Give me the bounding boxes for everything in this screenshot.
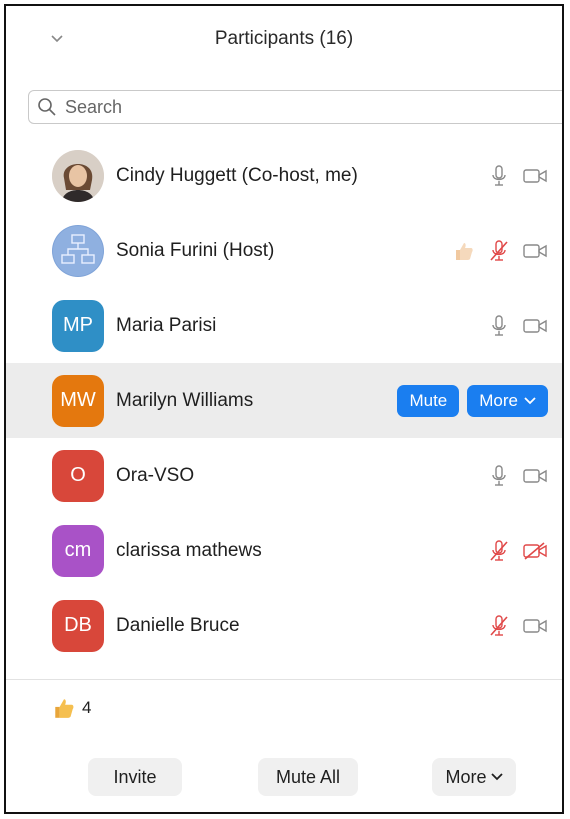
search-box[interactable] [28, 90, 562, 124]
avatar-initials: O [70, 464, 86, 486]
avatar-initials: cm [64, 539, 92, 561]
microphone-muted-icon[interactable] [486, 613, 512, 639]
reaction-count: 4 [82, 698, 92, 717]
divider [6, 679, 562, 680]
invite-button-label: Invite [113, 766, 157, 787]
participant-name: clarissa mathews [116, 539, 262, 561]
reactions-summary: 4 [52, 696, 91, 720]
video-camera-icon[interactable] [522, 163, 548, 189]
search-input[interactable] [63, 95, 547, 119]
avatar: MP [52, 299, 104, 352]
avatar: O [52, 449, 104, 502]
participant-row[interactable]: cm clarissa mathews [6, 513, 562, 588]
video-camera-icon[interactable] [522, 463, 548, 489]
video-camera-off-icon[interactable] [522, 538, 548, 564]
mute-button-label: Mute [409, 390, 448, 410]
avatar-initials: MP [63, 314, 93, 336]
search-icon [38, 98, 56, 116]
footer-more-button-label: More [445, 766, 487, 787]
participant-name: Maria Parisi [116, 314, 217, 336]
video-camera-icon[interactable] [522, 313, 548, 339]
participant-row[interactable]: Sonia Furini (Host) [6, 213, 562, 288]
participant-status-icons [486, 613, 548, 639]
microphone-icon[interactable] [486, 313, 512, 339]
avatar [52, 149, 104, 202]
avatar-initials: MW [60, 389, 96, 411]
avatar: cm [52, 524, 104, 577]
participant-status-icons [486, 163, 548, 189]
participants-panel: Participants (16) Cindy Huggett (Co-host… [4, 4, 564, 814]
participant-row[interactable]: Cindy Huggett (Co-host, me) [6, 138, 562, 213]
avatar: MW [52, 374, 104, 427]
avatar-initials: DB [64, 614, 92, 636]
thumbs-up-icon [55, 699, 74, 718]
mute-all-button-label: Mute All [275, 766, 341, 787]
chevron-down-icon [490, 773, 503, 781]
microphone-muted-icon[interactable] [486, 538, 512, 564]
row-more-button[interactable]: More [467, 384, 548, 417]
participant-name: Marilyn Williams [116, 389, 254, 411]
row-more-button-label: More [479, 390, 518, 410]
footer-more-button[interactable]: More [432, 758, 516, 796]
participant-name: Ora-VSO [116, 464, 195, 486]
thumbs-up-icon [452, 239, 476, 263]
participant-row[interactable]: O Ora-VSO [6, 438, 562, 513]
mute-button[interactable]: Mute [397, 384, 460, 417]
participant-list: Cindy Huggett (Co-host, me) Sonia Furini… [6, 138, 562, 663]
user-photo-icon [52, 149, 104, 202]
video-camera-icon[interactable] [522, 613, 548, 639]
participant-status-icons [452, 238, 548, 264]
participant-name: Sonia Furini (Host) [116, 239, 275, 261]
mute-all-button[interactable]: Mute All [258, 758, 358, 796]
participant-name: Cindy Huggett (Co-host, me) [116, 164, 358, 186]
participant-row[interactable]: MP Maria Parisi [6, 288, 562, 363]
video-camera-icon[interactable] [522, 238, 548, 264]
avatar [52, 224, 104, 277]
participant-status-icons [486, 313, 548, 339]
microphone-muted-icon[interactable] [486, 238, 512, 264]
network-globe-icon [53, 225, 103, 276]
participant-status-icons [486, 463, 548, 489]
invite-button[interactable]: Invite [88, 758, 182, 796]
microphone-icon[interactable] [486, 463, 512, 489]
chevron-down-icon [524, 396, 536, 404]
participant-name: Danielle Bruce [116, 614, 240, 636]
participant-row[interactable]: MW Marilyn Williams Mute More [6, 363, 562, 438]
participant-row-actions: Mute More [397, 384, 548, 417]
microphone-icon[interactable] [486, 163, 512, 189]
panel-title: Participants (16) [214, 28, 354, 49]
participant-status-icons [486, 538, 548, 564]
avatar: DB [52, 599, 104, 652]
participant-row[interactable]: DB Danielle Bruce [6, 588, 562, 663]
panel-header: Participants (16) [6, 6, 562, 76]
